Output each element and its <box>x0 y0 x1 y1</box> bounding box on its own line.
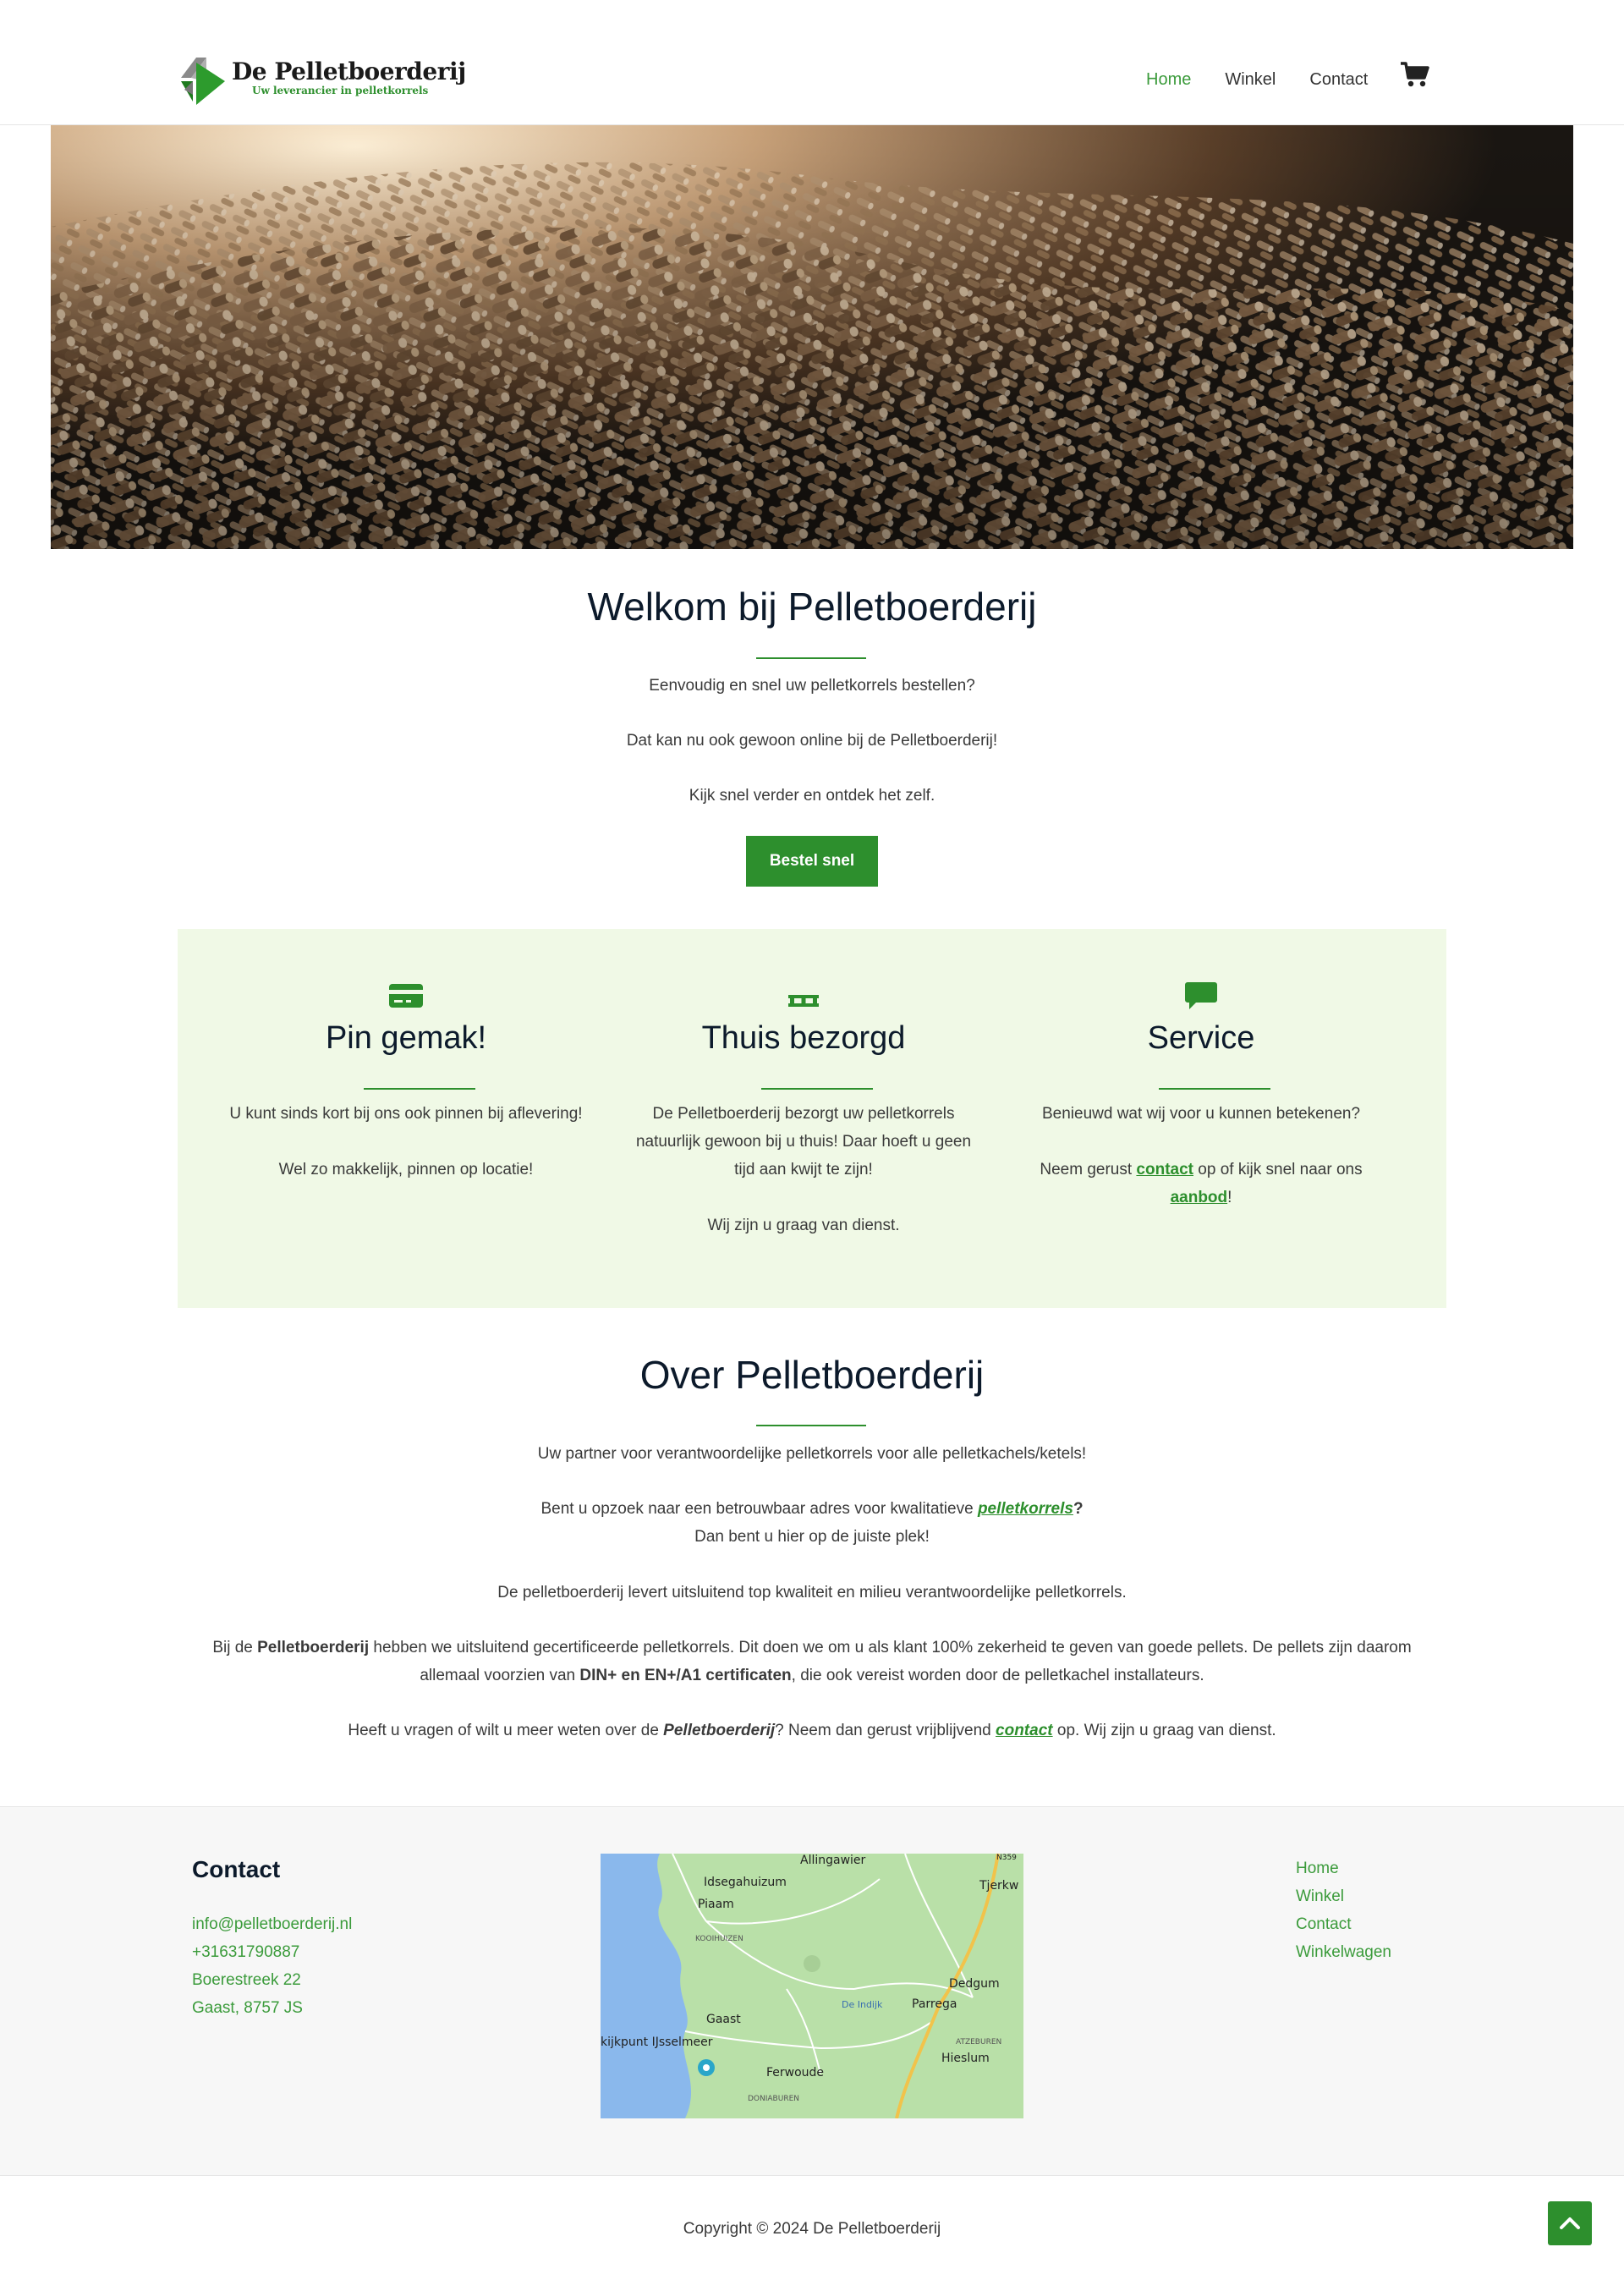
feature-divider <box>1159 1088 1270 1090</box>
about-p5-brand: Pelletboerderij <box>663 1722 776 1739</box>
copyright-text: Copyright © 2024 De Pelletboerderij <box>683 2220 941 2238</box>
welcome-line-2: Dat kan nu ook gewoon online bij de Pell… <box>626 732 998 750</box>
feature-divider <box>364 1088 475 1090</box>
map-label: ATZEBUREN <box>956 2038 1001 2047</box>
about-p4-d: allemaal voorzien van <box>420 1667 580 1684</box>
about-p5-a: Heeft u vragen of wilt u meer weten over… <box>348 1722 664 1739</box>
map-label: Tjerkw <box>979 1879 1018 1893</box>
about-p4-certificates: DIN+ en EN+/A1 certificaten <box>579 1667 792 1684</box>
map-label: DONIABUREN <box>748 2095 799 2103</box>
map-graphic: Allingawier N359 Idsegahuizum Tjerkw Pia… <box>601 1854 1023 2118</box>
service-text-after: ! <box>1227 1189 1232 1206</box>
footer-city: Gaast, 8757 JS <box>192 1999 303 2017</box>
chat-bubble-icon <box>1185 982 1217 1009</box>
map-label: KOOIHUIZEN <box>695 1935 743 1943</box>
about-p4-f: , die ook vereist worden door de pelletk… <box>791 1667 1204 1684</box>
nav-home[interactable]: Home <box>1146 68 1191 91</box>
about-paragraph-2-line-2: Dan bent u hier op de juiste plek! <box>694 1528 930 1546</box>
map-label: Hieslum <box>941 2052 990 2065</box>
about-p4-brand: Pelletboerderij <box>257 1639 370 1656</box>
welcome-title: Welkom bij Pelletboerderij <box>587 585 1037 629</box>
feature-divider <box>761 1088 873 1090</box>
about-p2-question: ? <box>1073 1500 1084 1518</box>
service-offer-link[interactable]: aanbod <box>1171 1189 1228 1206</box>
welcome-line-1: Eenvoudig en snel uw pelletkorrels beste… <box>649 677 975 695</box>
footer-phone[interactable]: +31631790887 <box>192 1938 352 1966</box>
about-title: Over Pelletboerderij <box>639 1353 985 1397</box>
feature-delivery-paragraph-2: Wij zijn u graag van dienst. <box>707 1217 900 1234</box>
about-p4-a: Bij de <box>212 1639 258 1656</box>
scroll-to-top-button[interactable] <box>1548 2201 1592 2245</box>
feature-service-paragraph-1: Benieuwd wat wij voor u kunnen betekenen… <box>1041 1105 1361 1123</box>
footer-contact-list: info@pelletboerderij.nl +31631790887 Boe… <box>192 1910 352 2022</box>
about-p4-c: hebben we uitsluitend gecertificeerde pe… <box>369 1639 1412 1656</box>
footer-links: Home Winkel Contact Winkelwagen <box>1296 1854 1391 1966</box>
map-label: N359 <box>996 1854 1017 1862</box>
about-divider <box>756 1425 866 1426</box>
logo-mark-icon <box>181 58 225 105</box>
pelletkorrels-link[interactable]: pelletkorrels <box>978 1500 1073 1518</box>
pellets-illustration <box>51 125 1573 549</box>
feature-delivery-paragraph-1: De Pelletboerderij bezorgt uw pelletkorr… <box>635 1105 972 1178</box>
map-label: Dedgum <box>949 1977 1000 1991</box>
footer-link-contact[interactable]: Contact <box>1296 1910 1391 1938</box>
map-label: Gaast <box>706 2013 741 2026</box>
feature-service-paragraph-2: Neem gerust contact op of kijk snel naar… <box>1023 1156 1379 1211</box>
footer-link-home[interactable]: Home <box>1296 1854 1391 1882</box>
footer-map[interactable]: Allingawier N359 Idsegahuizum Tjerkw Pia… <box>601 1854 1023 2118</box>
map-label: Parrega <box>912 1997 957 2011</box>
about-paragraph-2: Bent u opzoek naar een betrouwbaar adres… <box>0 1495 1624 1523</box>
footer-link-winkelwagen[interactable]: Winkelwagen <box>1296 1938 1391 1966</box>
about-p2-text: Bent u opzoek naar een betrouwbaar adres… <box>540 1500 978 1518</box>
site-footer: Contact info@pelletboerderij.nl +3163179… <box>0 1806 1624 2175</box>
footer-street: Boerestreek 22 <box>192 1971 301 1989</box>
about-paragraph-3: De pelletboerderij levert uitsluitend to… <box>497 1584 1127 1601</box>
footer-link-winkel[interactable]: Winkel <box>1296 1882 1391 1910</box>
service-text-before: Neem gerust <box>1040 1161 1137 1178</box>
about-paragraph-4-line-2: allemaal voorzien van DIN+ en EN+/A1 cer… <box>0 1662 1624 1689</box>
about-paragraph-4: Bij de Pelletboerderij hebben we uitslui… <box>0 1634 1624 1662</box>
logo-tagline: Uw leverancier in pelletkorrels <box>252 85 429 96</box>
welcome-line-3: Kijk snel verder en ontdek het zelf. <box>689 787 935 805</box>
welcome-divider <box>756 657 866 659</box>
service-contact-link[interactable]: contact <box>1136 1161 1193 1178</box>
site-header: De Pelletboerderij Uw leverancier in pel… <box>0 0 1624 125</box>
feature-service-text: Benieuwd wat wij voor u kunnen betekenen… <box>1023 1100 1379 1211</box>
chevron-up-icon <box>1560 2217 1580 2229</box>
credit-card-icon <box>389 984 423 1008</box>
map-label: Piaam <box>698 1898 734 1911</box>
about-paragraph-1: Uw partner voor verantwoordelijke pellet… <box>537 1445 1087 1463</box>
about-p5-d: op. Wij zijn u graag van dienst. <box>1052 1722 1276 1739</box>
logo-title: De Pelletboerderij <box>232 58 466 85</box>
nav-winkel[interactable]: Winkel <box>1225 68 1276 91</box>
site-logo[interactable]: De Pelletboerderij Uw leverancier in pel… <box>178 49 466 107</box>
about-contact-link[interactable]: contact <box>996 1722 1053 1739</box>
feature-service-title: Service <box>1147 1020 1255 1056</box>
feature-pin-text: U kunt sinds kort bij ons ook pinnen bij… <box>228 1100 584 1184</box>
nav-contact[interactable]: Contact <box>1309 68 1368 91</box>
pallet-icon <box>788 995 819 1007</box>
features-section: Pin gemak! U kunt sinds kort bij ons ook… <box>178 929 1446 1308</box>
main-nav: Home Winkel Contact <box>1146 68 1402 91</box>
map-label: Ferwoude <box>766 2066 824 2079</box>
map-label: De Indijk <box>842 1999 883 2010</box>
feature-delivery-title: Thuis bezorgd <box>701 1020 906 1056</box>
feature-pin-paragraph-1: U kunt sinds kort bij ons ook pinnen bij… <box>229 1105 583 1123</box>
order-now-button[interactable]: Bestel snel <box>746 836 878 887</box>
footer-email[interactable]: info@pelletboerderij.nl <box>192 1910 352 1938</box>
service-text-middle: op of kijk snel naar ons <box>1193 1161 1363 1178</box>
hero-pellets-image <box>51 125 1573 549</box>
map-label: Idsegahuizum <box>704 1876 787 1889</box>
about-paragraph-5: Heeft u vragen of wilt u meer weten over… <box>0 1717 1624 1744</box>
about-p5-c: ? Neem dan gerust vrijblijvend <box>775 1722 996 1739</box>
map-label: Allingawier <box>800 1854 866 1867</box>
footer-contact-title: Contact <box>192 1856 281 1882</box>
shopping-cart-icon[interactable] <box>1400 61 1430 88</box>
copyright-bar: Copyright © 2024 De Pelletboerderij <box>0 2175 1624 2280</box>
map-label: kijkpunt IJsselmeer <box>601 2036 713 2049</box>
feature-pin-paragraph-2: Wel zo makkelijk, pinnen op locatie! <box>278 1161 534 1178</box>
feature-pin-title: Pin gemak! <box>325 1020 487 1056</box>
feature-delivery-text: De Pelletboerderij bezorgt uw pelletkorr… <box>626 1100 981 1239</box>
